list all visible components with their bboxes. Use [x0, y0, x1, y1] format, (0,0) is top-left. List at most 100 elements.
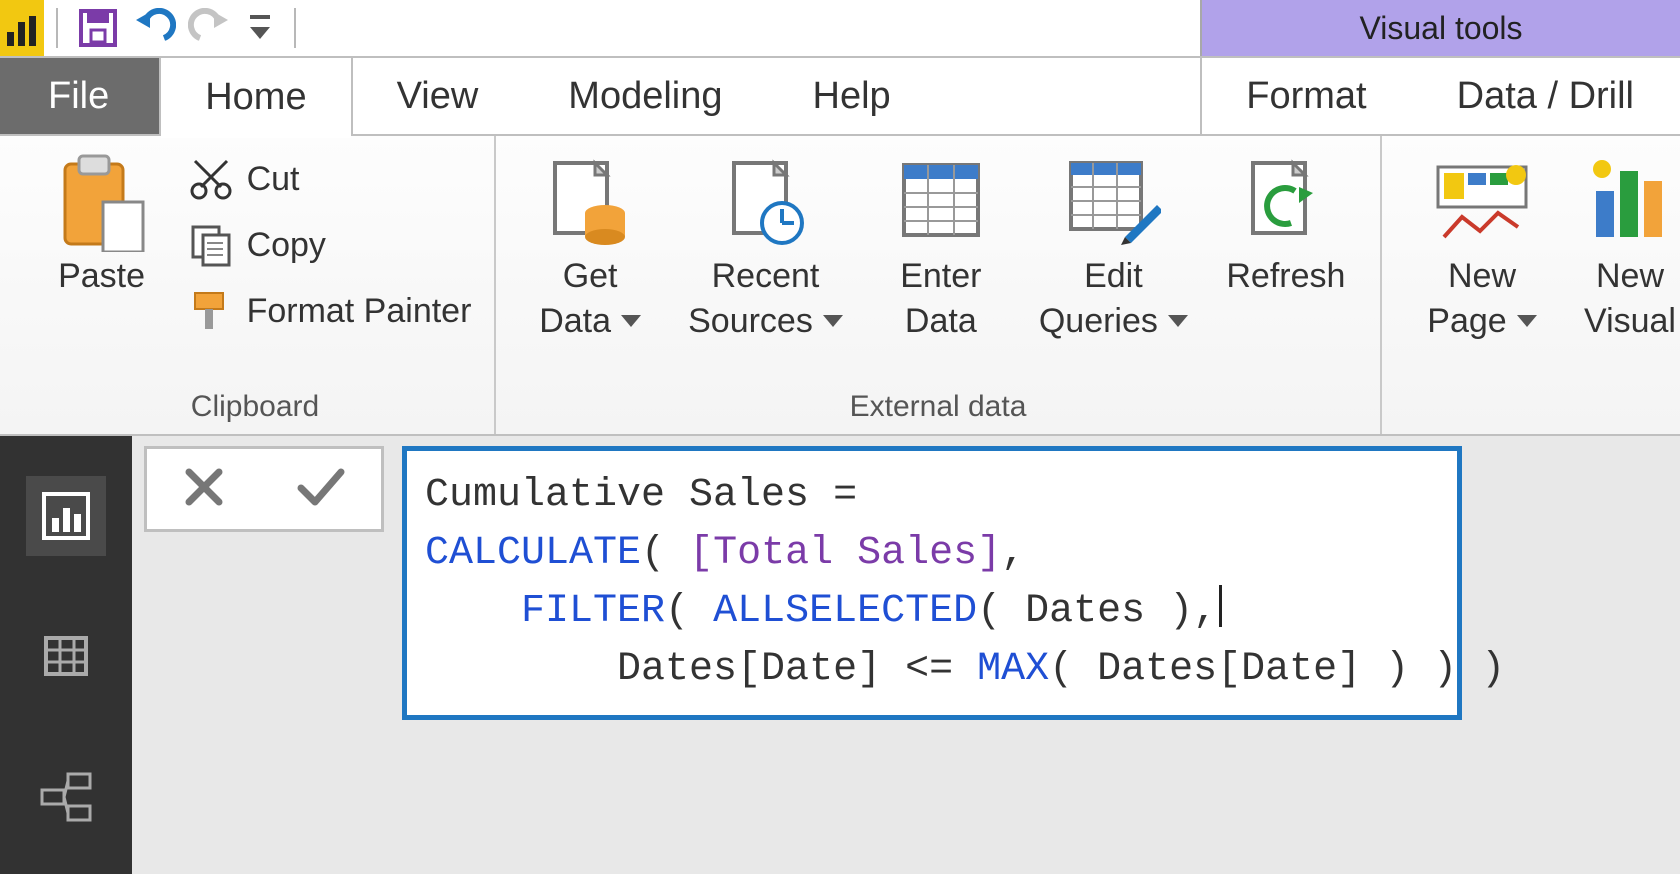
undo-button[interactable] [130, 4, 178, 52]
enter-data-icon [898, 159, 984, 245]
new-visual-button[interactable]: New Visual [1580, 146, 1680, 342]
commit-formula-button[interactable] [295, 464, 347, 515]
customize-qat-button[interactable] [242, 4, 278, 52]
app-logo [0, 0, 44, 56]
scissors-icon [189, 157, 233, 201]
refresh-icon [1241, 157, 1331, 247]
edit-queries-button[interactable]: Edit Queries [1039, 146, 1188, 342]
formula-text: Cumulative Sales = [425, 473, 881, 518]
group-clipboard-label: Clipboard [191, 384, 319, 430]
edit-queries-label1: Edit [1084, 256, 1143, 297]
group-external-data: Get Data Recent Sources [496, 136, 1382, 434]
get-data-label2: Data [539, 301, 611, 342]
paste-icon [57, 152, 147, 252]
data-view-icon [40, 630, 92, 682]
data-view-button[interactable] [26, 616, 106, 696]
format-painter-icon [189, 289, 233, 333]
copy-icon [189, 223, 233, 267]
ribbon: Paste Cut [0, 136, 1680, 436]
tab-format-label: Format [1246, 75, 1366, 118]
paste-button[interactable]: Paste [47, 146, 157, 297]
chevron-down-icon [1517, 315, 1537, 327]
recent-sources-label1: Recent [712, 256, 820, 297]
tab-help-label: Help [813, 75, 891, 118]
tab-home[interactable]: Home [159, 56, 352, 136]
tab-file-label: File [48, 75, 109, 118]
formula-fn-filter: FILTER [521, 589, 665, 634]
new-page-label1: New [1448, 256, 1516, 297]
group-clipboard: Paste Cut [16, 136, 496, 434]
save-button[interactable] [74, 4, 122, 52]
save-icon [78, 8, 118, 48]
paste-label: Paste [58, 256, 145, 297]
quick-access-toolbar: Visual tools [0, 0, 1680, 56]
report-view-button[interactable] [26, 476, 106, 556]
work-area: Cumulative Sales = CALCULATE( [Total Sal… [0, 436, 1680, 874]
contextual-tab-header: Visual tools [1200, 0, 1680, 56]
chevron-down-icon [621, 315, 641, 327]
refresh-button[interactable]: Refresh [1216, 146, 1356, 342]
formula-text: ( [665, 589, 713, 634]
new-visual-label1: New [1596, 256, 1664, 297]
chevron-down-icon [248, 13, 272, 43]
redo-icon [188, 8, 232, 48]
enter-data-button[interactable]: Enter Data [871, 146, 1011, 342]
tab-modeling-label: Modeling [568, 75, 722, 118]
copy-label: Copy [247, 226, 326, 265]
text-cursor [1219, 585, 1222, 627]
new-page-icon [1432, 157, 1532, 247]
tab-view-label: View [397, 75, 479, 118]
cut-label: Cut [247, 160, 300, 199]
formula-text: ( [641, 531, 689, 576]
formula-controls [144, 446, 384, 532]
model-view-button[interactable] [26, 756, 106, 836]
group-external-data-label: External data [850, 384, 1027, 430]
cut-button[interactable]: Cut [181, 146, 478, 212]
chevron-down-icon [1168, 315, 1188, 327]
tab-help[interactable]: Help [769, 58, 937, 134]
ribbon-tabs: File Home View Modeling Help Format Data… [0, 56, 1680, 136]
formula-fn-calculate: CALCULATE [425, 531, 641, 576]
enter-data-label1: Enter [900, 256, 981, 297]
cancel-formula-button[interactable] [181, 464, 227, 515]
copy-button[interactable]: Copy [181, 212, 478, 278]
formula-fn-max: MAX [977, 647, 1049, 692]
formula-fn-allselected: ALLSELECTED [713, 589, 977, 634]
close-icon [181, 464, 227, 510]
new-visual-icon [1590, 157, 1670, 247]
format-painter-label: Format Painter [247, 292, 472, 331]
recent-sources-label2: Sources [688, 301, 813, 342]
powerbi-logo-icon [7, 16, 37, 46]
formula-text: ( Dates ), [977, 589, 1217, 634]
new-visual-label2: Visual [1584, 301, 1676, 342]
formula-editor[interactable]: Cumulative Sales = CALCULATE( [Total Sal… [402, 446, 1462, 720]
undo-icon [132, 8, 176, 48]
tab-modeling[interactable]: Modeling [524, 58, 768, 134]
new-page-label2: Page [1427, 301, 1506, 342]
get-data-button[interactable]: Get Data [520, 146, 660, 342]
recent-sources-button[interactable]: Recent Sources [688, 146, 843, 342]
chevron-down-icon [823, 315, 843, 327]
tab-format[interactable]: Format [1200, 58, 1412, 134]
tab-file[interactable]: File [0, 58, 159, 134]
tab-view[interactable]: View [353, 58, 525, 134]
formula-text: , [1001, 531, 1025, 576]
model-view-icon [38, 770, 94, 822]
qat-separator [56, 8, 58, 48]
visual-tools-label: Visual tools [1359, 10, 1522, 47]
edit-queries-label2: Queries [1039, 301, 1158, 342]
tab-home-label: Home [205, 76, 306, 119]
view-nav-rail [0, 436, 132, 874]
formula-text: Dates[Date] <= [425, 647, 977, 692]
redo-button[interactable] [186, 4, 234, 52]
edit-queries-icon [1065, 157, 1161, 247]
get-data-label1: Get [563, 256, 618, 297]
tab-datadrill-label: Data / Drill [1457, 75, 1634, 118]
recent-sources-icon [720, 157, 810, 247]
qat-separator [294, 8, 296, 48]
format-painter-button[interactable]: Format Painter [181, 278, 478, 344]
new-page-button[interactable]: New Page [1412, 146, 1552, 342]
tab-datadrill[interactable]: Data / Drill [1413, 58, 1680, 134]
group-insert: New Page New Visual [1382, 136, 1680, 434]
get-data-icon [545, 157, 635, 247]
